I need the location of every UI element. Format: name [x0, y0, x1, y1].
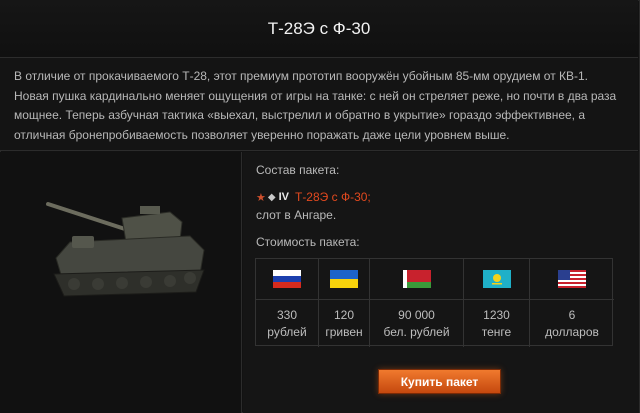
russia-flag-icon	[273, 270, 301, 288]
price-cell-kazakhstan	[464, 259, 530, 300]
premium-star-icon: ★	[256, 191, 266, 204]
kazakhstan-flag-icon	[482, 270, 511, 288]
price-ukraine: 120 гривен	[319, 300, 370, 347]
tank-class-icon: ◆	[267, 191, 276, 203]
price-cell-belarus	[370, 259, 464, 300]
slot-text: слот в Ангаре.	[256, 208, 337, 222]
ukraine-flag-icon	[330, 270, 358, 288]
package-price-label: Стоимость пакета:	[256, 235, 360, 249]
price-kazakhstan: 1230 тенге	[464, 300, 530, 347]
usa-flag-icon	[558, 270, 586, 288]
price-belarus: 90 000 бел. рублей	[370, 300, 464, 347]
page-title: Т-28Э с Ф-30	[0, 0, 638, 58]
belarus-flag-icon	[402, 270, 431, 288]
price-cell-ukraine	[319, 259, 370, 300]
price-usa: 6 долларов	[545, 307, 599, 339]
tank-tier: IV	[278, 191, 289, 203]
description-text: В отличие от прокачиваемого Т-28, этот п…	[0, 58, 638, 151]
price-cell-usa	[530, 259, 614, 300]
price-table: 330 рублей 120 гривен 90 000 бел. рублей 12…	[255, 258, 614, 347]
package-contents-label: Состав пакета:	[256, 163, 340, 177]
tank-name-link[interactable]: Т-28Э с Ф-30;	[295, 190, 371, 204]
buy-package-button[interactable]: Купить пакет	[378, 369, 501, 394]
tank-image	[46, 202, 205, 297]
price-cell-russia	[256, 259, 319, 300]
package-item: ★ ◆ IV Т-28Э с Ф-30;	[256, 190, 371, 204]
price-russia: 330 рублей	[256, 300, 319, 347]
